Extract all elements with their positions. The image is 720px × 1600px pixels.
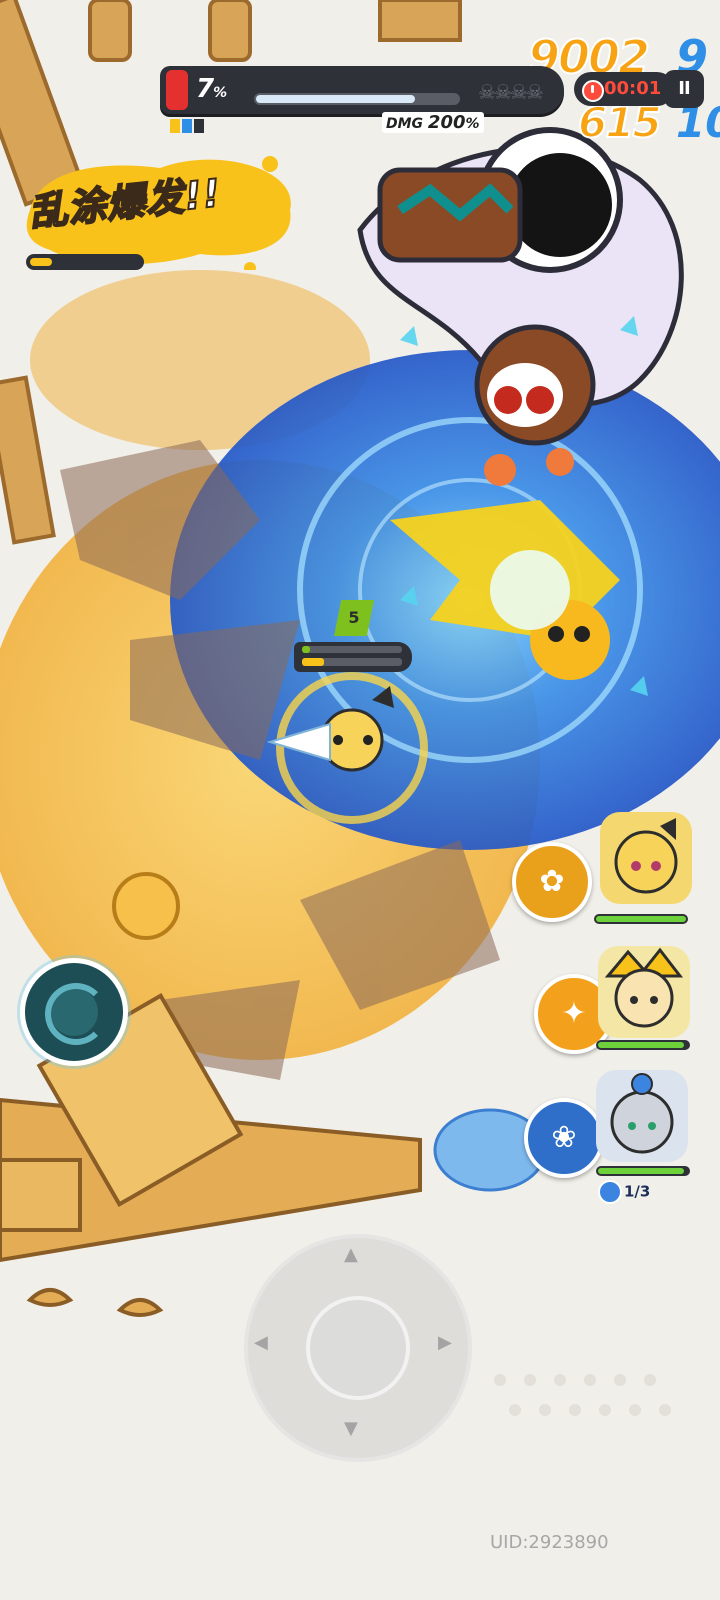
member-3-portrait[interactable] (596, 1070, 688, 1162)
boss-alert-marker (166, 70, 188, 110)
skull-icon: ☠ (493, 80, 512, 104)
player-energy-fill (302, 658, 324, 666)
joystick-thumb[interactable] (306, 1296, 410, 1400)
joystick-right-arrow-icon: ▶ (438, 1332, 452, 1353)
joystick-down-arrow-icon: ▼ (344, 1418, 358, 1439)
flower-icon: ❀ (551, 1120, 577, 1155)
skull-icon: ☠ (509, 80, 528, 104)
skull-icon: ☠ (478, 80, 496, 104)
member-2-portrait[interactable] (598, 946, 690, 1038)
damage-multiplier: DMG 200% (382, 112, 484, 133)
member-1-skill-button[interactable]: ✿ (512, 842, 592, 922)
user-id: UID:2923890 (490, 1532, 609, 1553)
pause-button[interactable]: II (664, 70, 704, 108)
member-3-skill-button[interactable]: ❀ (524, 1098, 604, 1178)
charge-gem-icon (598, 1180, 622, 1204)
member-2-hp-bar (596, 1040, 690, 1050)
joystick-up-arrow-icon: ▲ (344, 1244, 358, 1265)
member-3-avatar (610, 1073, 674, 1154)
member-2-avatar (604, 947, 684, 1028)
team-color-flags (170, 118, 206, 137)
skill-charges: 1/3 (598, 1180, 650, 1204)
boss-hp-fill (256, 95, 416, 103)
ultimate-skill-button[interactable] (20, 958, 128, 1066)
boss-percent: 7% (196, 74, 227, 104)
player-shield-track (302, 646, 402, 653)
skull-icon: ☠ (525, 80, 544, 104)
fan-icon: ✿ (539, 864, 565, 899)
burst-gauge-fill (30, 258, 52, 266)
member-1-hp-bar (594, 914, 688, 924)
spark-icon: ✦ (561, 996, 587, 1031)
member-1-avatar (614, 818, 678, 894)
joystick-left-arrow-icon: ◀ (254, 1332, 268, 1353)
member-3-hp-bar (596, 1166, 690, 1176)
member-1-portrait[interactable] (600, 812, 692, 904)
boss-skull-icons: ☠☠☠☠ (478, 80, 544, 104)
clock-icon (582, 80, 604, 102)
player-shield-fill (302, 646, 310, 653)
